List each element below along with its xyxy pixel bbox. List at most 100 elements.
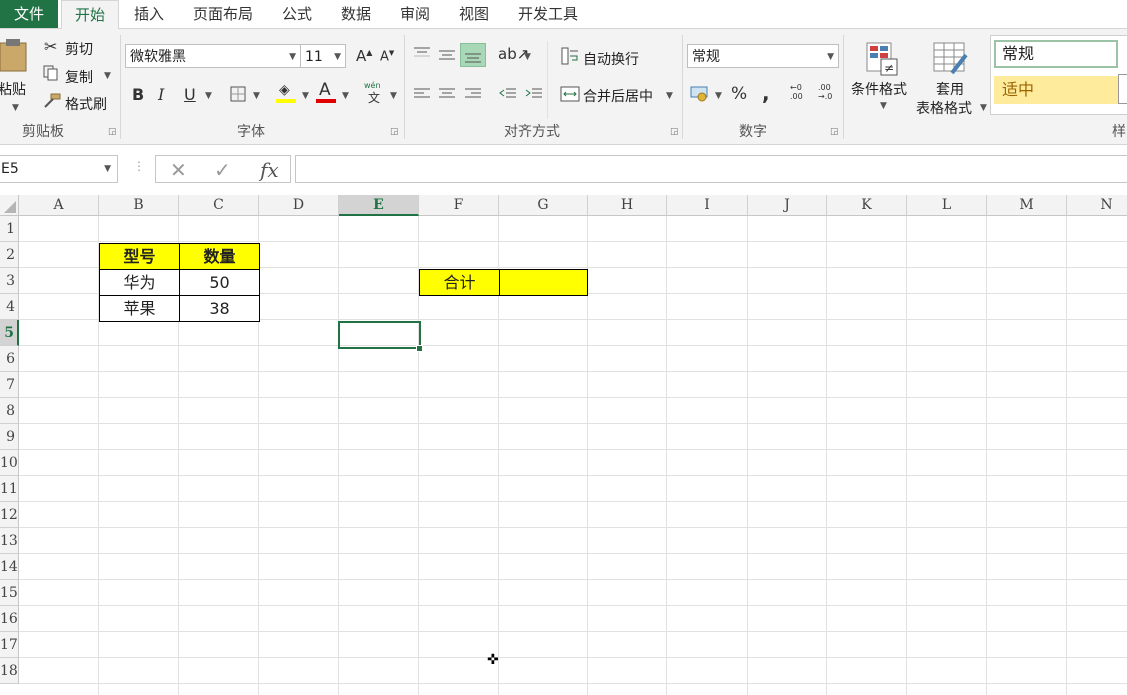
dialog-launcher-icon[interactable]: ◲ [830, 127, 839, 137]
copy-button[interactable]: 复制 [65, 67, 93, 87]
enter-icon[interactable]: ✓ [214, 158, 231, 182]
chevron-down-icon[interactable]: ▼ [104, 71, 111, 81]
number-format-value: 常规 [692, 49, 720, 65]
format-painter-button[interactable]: 格式刷 [65, 94, 107, 114]
chevron-down-icon: ▼ [880, 101, 887, 111]
chevron-down-icon[interactable]: ▼ [524, 52, 531, 62]
font-size-value: 11 [305, 49, 323, 65]
style-neutral[interactable]: 适中 [994, 76, 1118, 104]
decrease-font-icon[interactable]: A▼ [380, 49, 394, 64]
paint-bucket-icon: ◈ [279, 82, 290, 98]
name-box-value: E5 [1, 161, 19, 177]
cell-B3[interactable]: 华为 [99, 269, 180, 296]
cell-C2[interactable]: 数量 [179, 243, 260, 270]
paste-button[interactable]: 粘贴 ▼ [0, 33, 34, 113]
tab-data[interactable]: 数据 [330, 0, 382, 28]
decrease-indent-icon[interactable] [498, 85, 518, 103]
fill-color-swatch [276, 99, 296, 103]
format-painter-icon [44, 93, 61, 108]
group-separator [404, 35, 405, 139]
chevron-down-icon: ▼ [827, 52, 834, 62]
align-top-icon[interactable] [412, 45, 432, 63]
paste-label: 粘贴 [0, 82, 26, 98]
increase-font-icon[interactable]: A▲ [356, 47, 372, 65]
chevron-down-icon: ▼ [334, 52, 341, 62]
cancel-icon[interactable]: ✕ [170, 158, 187, 182]
wen-character-icon: 文 [368, 91, 381, 105]
chevron-down-icon[interactable]: ▼ [205, 91, 212, 101]
tab-file[interactable]: 文件 [0, 0, 58, 28]
chevron-down-icon[interactable]: ▼ [666, 91, 673, 101]
fill-color-button[interactable]: ◈ [276, 82, 298, 104]
align-center-icon[interactable] [437, 85, 457, 103]
decrease-decimal-icon[interactable]: .00 →.0 [818, 83, 840, 105]
more-options-icon[interactable]: ⋮ [133, 159, 145, 173]
format-as-table-button[interactable]: 套用 表格格式 ▼ [914, 37, 988, 117]
comma-style-button[interactable]: , [762, 81, 770, 105]
selected-cell-outline[interactable] [338, 321, 421, 349]
chevron-down-icon[interactable]: ▼ [390, 91, 397, 101]
cut-button[interactable]: 剪切 [65, 39, 93, 59]
phonetic-button[interactable]: wén 文 [364, 81, 386, 105]
dialog-launcher-icon[interactable]: ◲ [670, 127, 679, 137]
cell-C3[interactable]: 50 [179, 269, 260, 296]
borders-icon[interactable] [230, 86, 246, 102]
conditional-formatting-button[interactable]: ≠ 条件格式 ▼ [849, 37, 915, 117]
fill-handle[interactable] [416, 345, 423, 352]
cell-G3[interactable] [499, 269, 588, 296]
bold-button[interactable]: B [132, 85, 144, 104]
accounting-format-icon[interactable] [690, 84, 710, 102]
number-format-select[interactable]: 常规 ▼ [687, 44, 839, 68]
formula-input[interactable] [295, 155, 1127, 183]
chevron-down-icon[interactable]: ▼ [253, 91, 260, 101]
align-middle-icon[interactable] [437, 45, 457, 63]
format-as-table-label-1: 套用 [936, 82, 964, 98]
clipboard-icon [0, 39, 27, 72]
wrap-text-button[interactable]: 自动换行 [583, 49, 639, 69]
chevron-down-icon: ▼ [104, 164, 111, 174]
increase-indent-icon[interactable] [524, 85, 544, 103]
formula-bar: E5 ▼ ⋮ ✕ ✓ fx [0, 145, 1127, 193]
increase-decimal-icon[interactable]: ←0.00 [790, 83, 812, 105]
alignment-group-label: 对齐方式 [504, 124, 560, 140]
dialog-launcher-icon[interactable]: ◲ [108, 127, 117, 137]
italic-button[interactable]: I [158, 85, 164, 104]
spreadsheet-grid[interactable]: ABCDEFGHIJKLMN 1 2 3 4 5 6 7 8 9 10 11 12 13 14 15 16 17… [0, 195, 1127, 695]
cell-B4[interactable]: 苹果 [99, 295, 180, 322]
align-right-icon[interactable] [463, 85, 483, 103]
cell-F3[interactable]: 合计 [419, 269, 500, 296]
tab-formulas[interactable]: 公式 [272, 0, 322, 28]
tab-insert[interactable]: 插入 [122, 0, 176, 28]
tab-page-layout[interactable]: 页面布局 [184, 0, 262, 28]
group-separator [682, 35, 683, 139]
mouse-cursor-icon: ✜ [487, 652, 499, 668]
tab-view[interactable]: 视图 [449, 0, 499, 28]
font-name-select[interactable]: 微软雅黑 ▼ [125, 44, 301, 68]
group-separator [547, 41, 548, 119]
dialog-launcher-icon[interactable]: ◲ [390, 127, 399, 137]
style-normal[interactable]: 常规 [994, 40, 1118, 68]
format-as-table-icon [933, 42, 968, 75]
font-size-select[interactable]: 11 ▼ [300, 44, 346, 68]
tab-home[interactable]: 开始 [61, 0, 119, 30]
insert-function-icon[interactable]: fx [260, 158, 279, 182]
font-color-button[interactable]: A [316, 80, 338, 104]
font-group-label: 字体 [237, 124, 265, 140]
tab-developer[interactable]: 开发工具 [508, 0, 588, 28]
font-color-letter: A [319, 80, 331, 100]
cell-C4[interactable]: 38 [179, 295, 260, 322]
cell-B2[interactable]: 型号 [99, 243, 180, 270]
percent-button[interactable]: % [731, 84, 747, 104]
align-bottom-button[interactable] [460, 43, 486, 67]
align-left-icon[interactable] [412, 85, 432, 103]
merge-center-button[interactable]: 合并后居中 [583, 86, 653, 106]
format-as-table-label-2: 表格格式 [916, 101, 972, 117]
name-box[interactable]: E5 ▼ [0, 155, 118, 183]
tab-review[interactable]: 审阅 [390, 0, 440, 28]
chevron-down-icon[interactable]: ▼ [715, 91, 722, 101]
gallery-scroll-edge[interactable] [1118, 74, 1127, 104]
chevron-down-icon[interactable]: ▼ [342, 91, 349, 101]
chevron-down-icon: ▼ [289, 52, 296, 62]
chevron-down-icon[interactable]: ▼ [302, 91, 309, 101]
underline-button[interactable]: U [184, 85, 196, 104]
